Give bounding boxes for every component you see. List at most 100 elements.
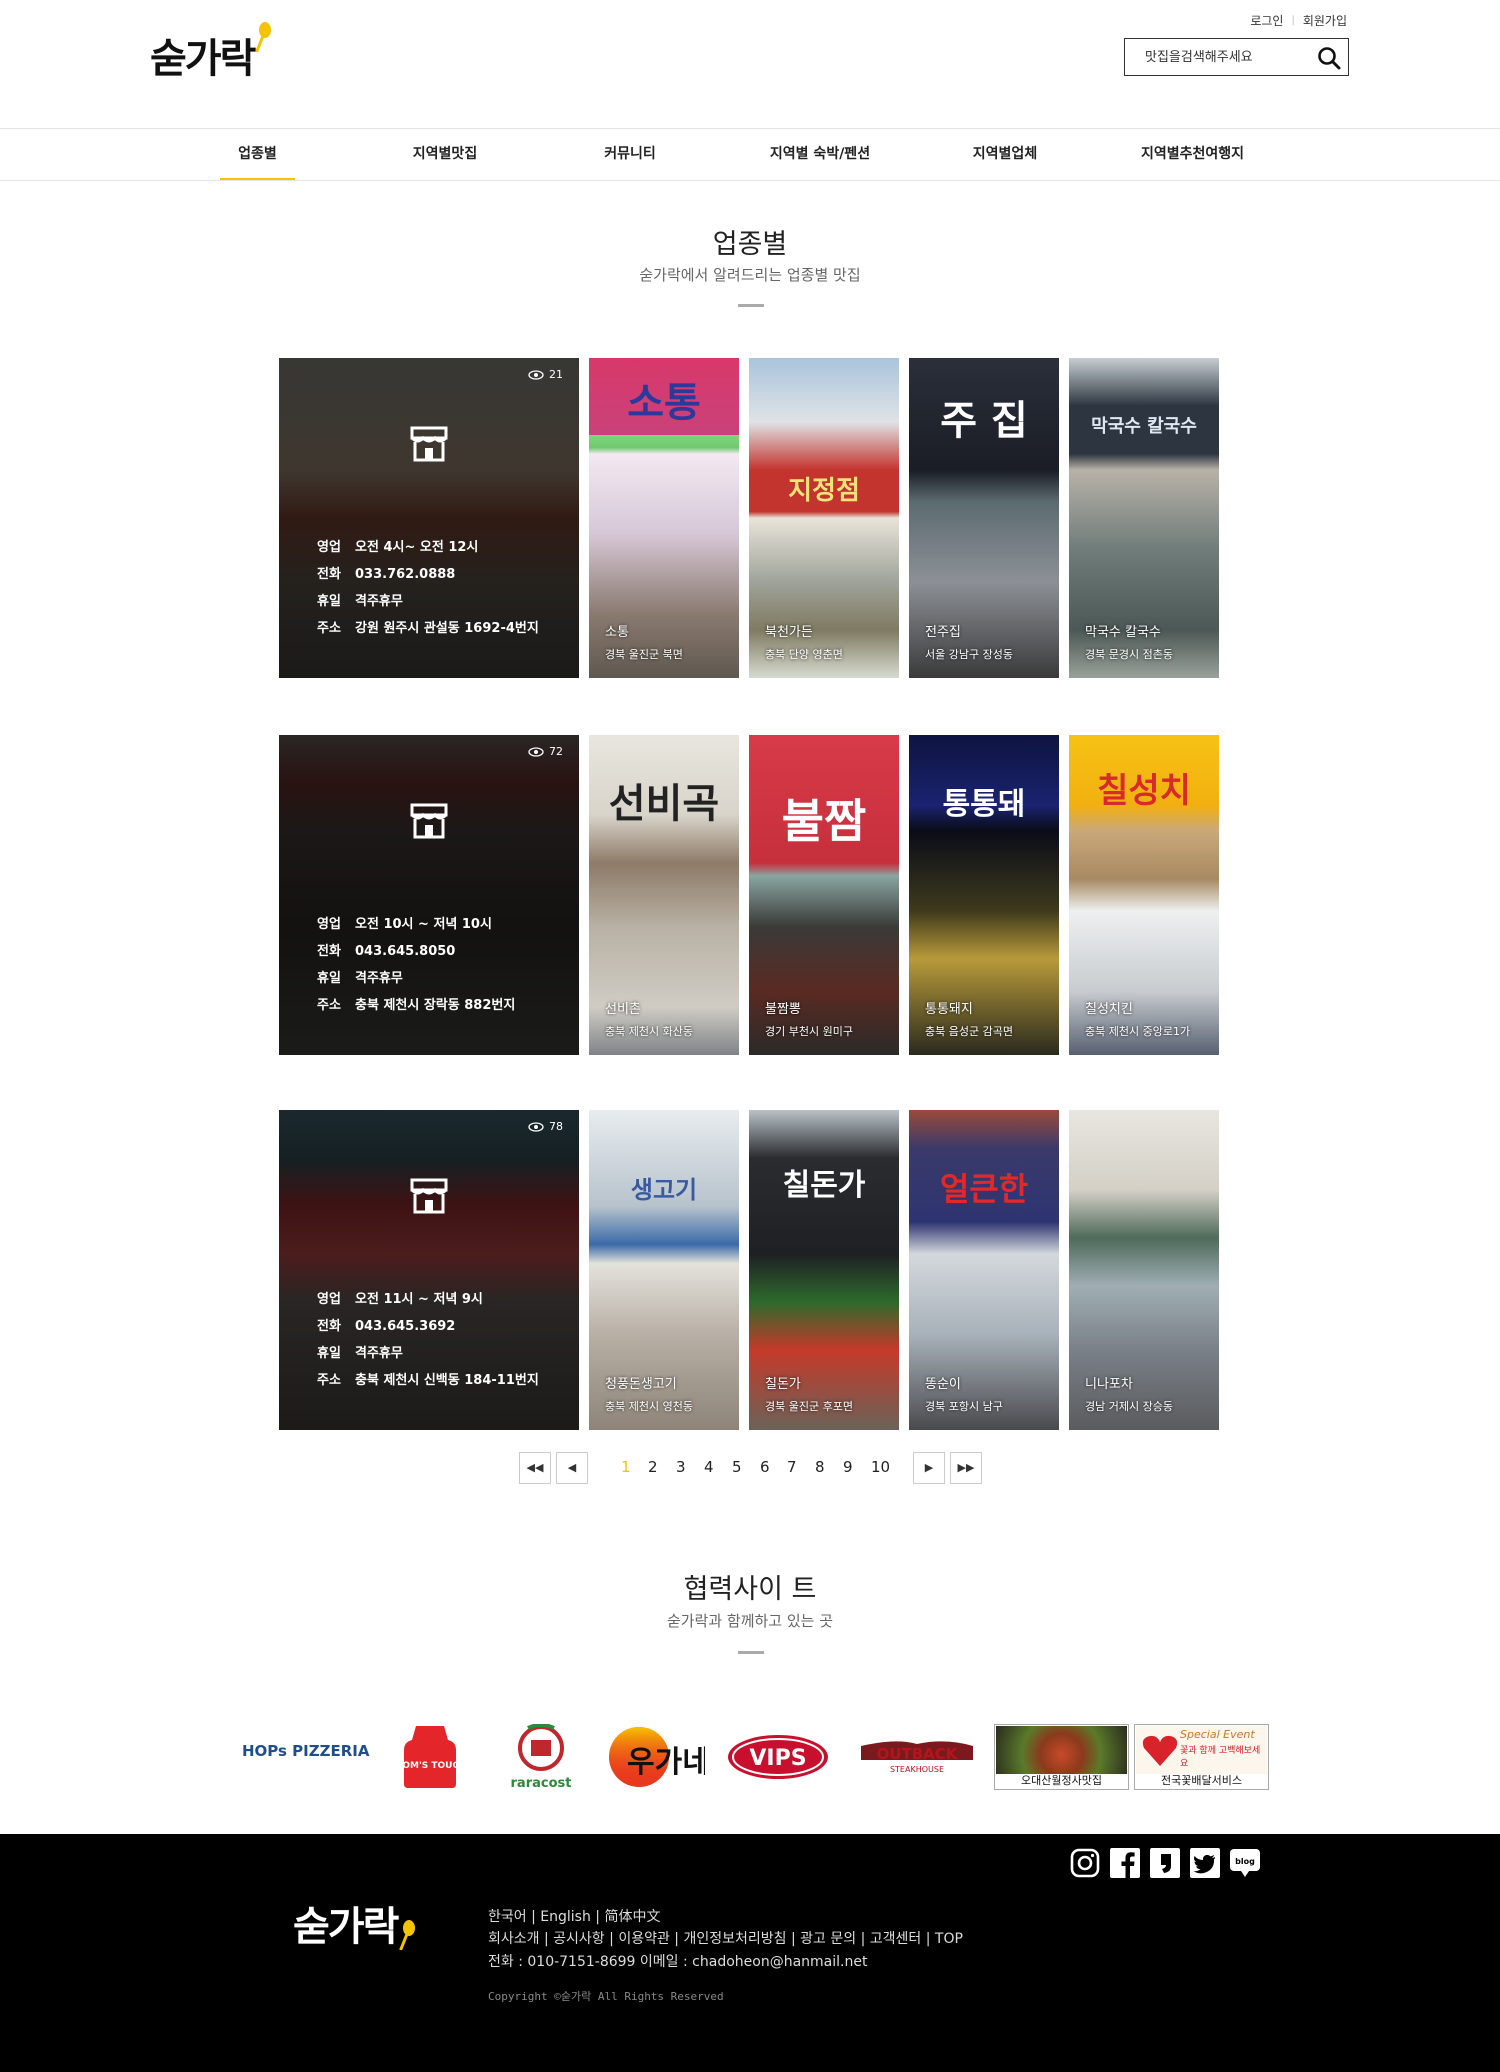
partner-logo-momstouch[interactable]: MOM'S TOUCH bbox=[393, 1724, 467, 1790]
store-thumb[interactable]: 주 집 전주집 서울 강남구 장성동 bbox=[909, 358, 1059, 678]
partner-banner-flowers[interactable]: Special Event 꽃과 함께 고백해보세요 전국꽃배달서비스 bbox=[1134, 1724, 1269, 1790]
footer-link-terms[interactable]: 이용약관 bbox=[618, 1931, 670, 1947]
footer-copyright: Copyright ©숟가락 All Rights Reserved bbox=[488, 1990, 724, 2003]
site-logo[interactable]: 숟가락 bbox=[150, 26, 256, 84]
partner-logo-vips[interactable]: VIPS bbox=[726, 1733, 830, 1781]
store-sign: 불짬 bbox=[781, 794, 867, 848]
instagram-icon[interactable] bbox=[1069, 1847, 1101, 1879]
store-name: 통통돼지 bbox=[925, 1002, 973, 1017]
spoon-icon bbox=[399, 1920, 415, 1950]
store-sign: 통통돼 bbox=[942, 787, 1026, 822]
facebook-icon[interactable] bbox=[1109, 1847, 1141, 1879]
heart-icon bbox=[1142, 1735, 1178, 1766]
partner-logo-ugane[interactable]: 우가네 bbox=[605, 1724, 710, 1790]
partners-subtitle: 숟가락과 함께하고 있는 곳 bbox=[666, 1612, 834, 1630]
store-address: 충북 단양 영춘면 bbox=[765, 648, 843, 661]
banner-event-title: Special Event bbox=[1180, 1728, 1255, 1741]
last-page-button[interactable]: ▶▶ bbox=[950, 1452, 982, 1484]
address-label: 주소 bbox=[317, 1373, 341, 1388]
view-count-value: 72 bbox=[549, 745, 563, 758]
prev-page-button[interactable]: ◀ bbox=[556, 1452, 588, 1484]
store-thumb[interactable]: 생고기 청풍돈생고기 충북 제천시 영천동 bbox=[589, 1110, 739, 1430]
twitter-icon[interactable] bbox=[1189, 1847, 1221, 1879]
store-address: 충북 제천시 영천동 bbox=[605, 1400, 693, 1413]
page-number[interactable]: 6 bbox=[760, 1458, 770, 1476]
page-number[interactable]: 1 bbox=[621, 1458, 631, 1476]
nav-item-category[interactable]: 업종별 bbox=[220, 129, 295, 180]
page-number[interactable]: 10 bbox=[871, 1458, 890, 1476]
pagination: ◀◀ ◀ 1 2 3 4 5 6 7 8 9 10 ▶ ▶▶ bbox=[0, 1452, 1500, 1486]
next-page-button[interactable]: ▶ bbox=[913, 1452, 945, 1484]
nav-item-regional-business[interactable]: 지역별업체 bbox=[960, 129, 1050, 180]
store-thumb[interactable]: 선비곡 선비촌 충북 제천시 화산동 bbox=[589, 735, 739, 1055]
store-thumb[interactable]: 칠돈가 칠돈가 경북 울진군 후포면 bbox=[749, 1110, 899, 1430]
footer-link-about[interactable]: 회사소개 bbox=[488, 1931, 540, 1947]
first-page-button[interactable]: ◀◀ bbox=[519, 1452, 551, 1484]
phone-value: 043.645.8050 bbox=[355, 944, 456, 959]
featured-store-card[interactable]: 72 영업 오전 10시 ~ 저녁 10시 전화 043.645.8050 휴일 격주… bbox=[279, 735, 579, 1055]
lang-korean[interactable]: 한국어 bbox=[488, 1909, 527, 1925]
footer-link-ads[interactable]: 광고 문의 bbox=[800, 1931, 856, 1947]
section-subtitle: 숟가락에서 알려드리는 업종별 맛집 bbox=[639, 266, 861, 284]
store-address: 서울 강남구 장성동 bbox=[925, 648, 1013, 661]
store-address: 경북 포항시 남구 bbox=[925, 1400, 1003, 1413]
partner-banner-restaurant[interactable]: 오대산월정사맛집 bbox=[994, 1724, 1129, 1790]
nav-item-travel[interactable]: 지역별추천여행지 bbox=[1130, 129, 1255, 180]
svg-text:VIPS: VIPS bbox=[749, 1746, 806, 1771]
page-number[interactable]: 4 bbox=[704, 1458, 714, 1476]
search-input[interactable] bbox=[1125, 39, 1305, 75]
footer-link-privacy[interactable]: 개인정보처리방침 bbox=[683, 1931, 786, 1947]
login-link[interactable]: 로그인 bbox=[1250, 12, 1283, 29]
language-links: 한국어 | English | 简体中文 bbox=[488, 1909, 661, 1925]
store-thumb[interactable]: 지정점 북천가든 충북 단양 영춘면 bbox=[749, 358, 899, 678]
address-value: 충북 제천시 장락동 882번지 bbox=[355, 998, 516, 1013]
page-number[interactable]: 3 bbox=[676, 1458, 686, 1476]
store-name: 니나포차 bbox=[1085, 1377, 1133, 1392]
page-number[interactable]: 9 bbox=[843, 1458, 853, 1476]
footer-logo[interactable]: 숟가락 bbox=[293, 1894, 399, 1952]
momstouch-icon: MOM'S TOUCH bbox=[393, 1726, 467, 1788]
hours-value: 오전 11시 ~ 저녁 9시 bbox=[355, 1292, 483, 1307]
page-number[interactable]: 7 bbox=[787, 1458, 797, 1476]
featured-store-card[interactable]: 21 영업 오전 4시~ 오전 12시 전화 033.762.0888 휴일 격주휴무… bbox=[279, 358, 579, 678]
search-icon[interactable] bbox=[1316, 45, 1342, 71]
kakaostory-icon[interactable] bbox=[1149, 1847, 1181, 1879]
section-title: 업종별 bbox=[712, 229, 788, 260]
footer-link-notice[interactable]: 공시사항 bbox=[553, 1931, 605, 1947]
store-thumb[interactable]: 소통 소통 경북 울진군 북면 bbox=[589, 358, 739, 678]
store-sign: 지정점 bbox=[788, 476, 860, 506]
nav-item-lodging[interactable]: 지역별 숙박/펜션 bbox=[760, 129, 880, 180]
partner-logo-outback[interactable]: OUTBACK STEAKHOUSE bbox=[855, 1738, 979, 1778]
signup-link[interactable]: 회원가입 bbox=[1303, 12, 1347, 29]
page-number[interactable]: 8 bbox=[815, 1458, 825, 1476]
view-count: 21 bbox=[528, 368, 563, 381]
svg-text:MOM'S TOUCH: MOM'S TOUCH bbox=[402, 1761, 458, 1771]
eye-icon bbox=[528, 1121, 544, 1132]
partners-title: 협력사이 트 bbox=[683, 1574, 817, 1605]
store-row: 78 영업 오전 11시 ~ 저녁 9시 전화 043.645.3692 휴일 격주휴… bbox=[279, 1110, 1219, 1430]
store-thumb[interactable]: 불짬 불짬뽕 경기 부천시 원미구 bbox=[749, 735, 899, 1055]
footer-link-support[interactable]: 고객센터 bbox=[870, 1931, 922, 1947]
holiday-label: 휴일 bbox=[317, 971, 341, 986]
blog-icon[interactable]: blog bbox=[1229, 1847, 1261, 1879]
store-thumb[interactable]: 칠성치 칠성치킨 충북 제천시 중앙로1가 bbox=[1069, 735, 1219, 1055]
holiday-label: 휴일 bbox=[317, 594, 341, 609]
store-thumb[interactable]: 통통돼 통통돼지 충북 음성군 감곡면 bbox=[909, 735, 1059, 1055]
holiday-label: 휴일 bbox=[317, 1346, 341, 1361]
page-number[interactable]: 5 bbox=[732, 1458, 742, 1476]
store-address: 경기 부천시 원미구 bbox=[765, 1025, 853, 1038]
divider: | bbox=[1291, 15, 1295, 26]
lang-english[interactable]: English bbox=[540, 1909, 591, 1925]
lang-chinese[interactable]: 简体中文 bbox=[604, 1909, 660, 1925]
partner-logo-raracost[interactable]: raracost bbox=[510, 1723, 572, 1791]
store-thumb[interactable]: 얼큰한 똥순이 경북 포항시 남구 bbox=[909, 1110, 1059, 1430]
nav-item-community[interactable]: 커뮤니티 bbox=[590, 129, 670, 180]
nav-item-regional-food[interactable]: 지역별맛집 bbox=[400, 129, 490, 180]
partner-logo-hops[interactable]: HOPs PIZZERIA bbox=[242, 1742, 370, 1760]
store-thumb[interactable]: 니나포차 경남 거제시 장승동 bbox=[1069, 1110, 1219, 1430]
raracost-label: raracost bbox=[510, 1776, 572, 1791]
store-thumb[interactable]: 막국수 칼국수 막국수 칼국수 경북 문경시 점촌동 bbox=[1069, 358, 1219, 678]
page-number[interactable]: 2 bbox=[648, 1458, 658, 1476]
footer-link-top[interactable]: TOP bbox=[935, 1931, 963, 1947]
featured-store-card[interactable]: 78 영업 오전 11시 ~ 저녁 9시 전화 043.645.3692 휴일 격주휴… bbox=[279, 1110, 579, 1430]
